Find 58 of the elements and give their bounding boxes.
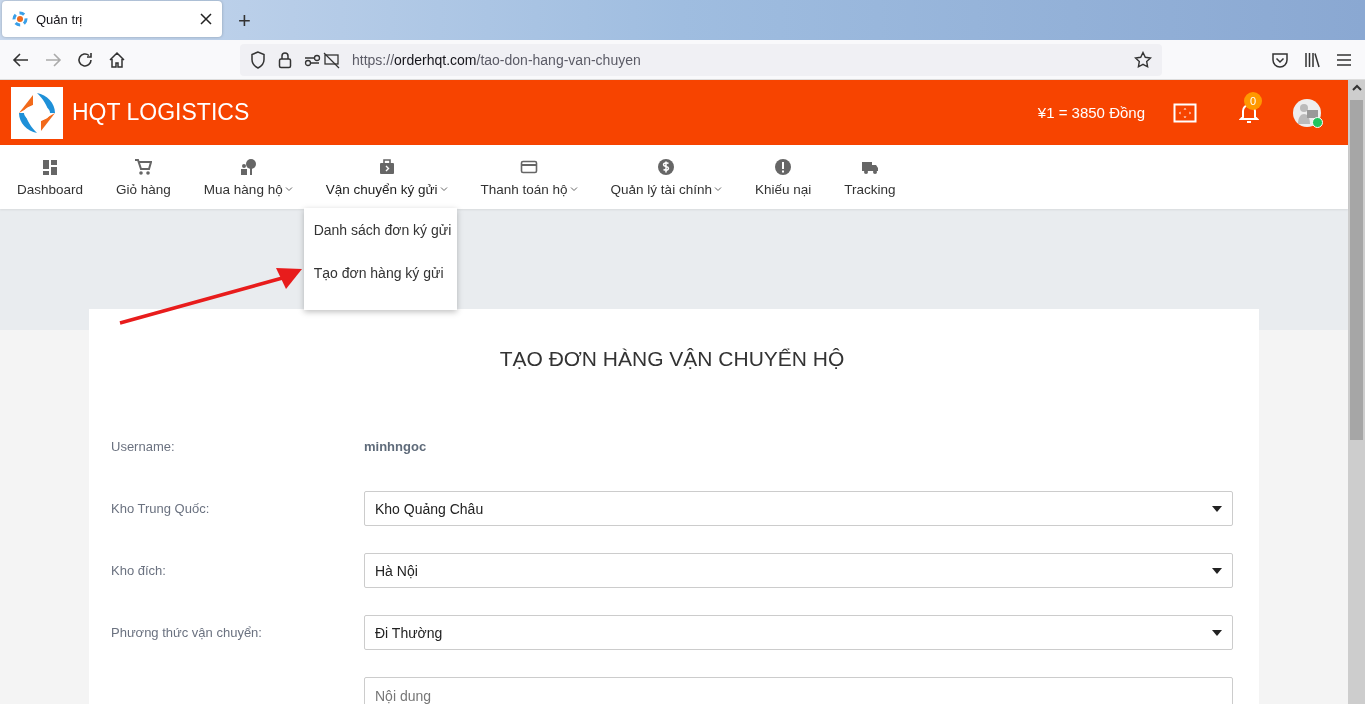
briefcase-icon [377,157,396,176]
page-title: TẠO ĐƠN HÀNG VẬN CHUYỂN HỘ [498,347,846,371]
chevron-down-icon [284,186,293,192]
notes-field[interactable]: Nội dung [364,677,1233,704]
exchange-rate: ¥1 = 3850 Đồng [1037,104,1145,121]
caret-icon [1212,505,1222,512]
chevron-down-icon [439,186,448,192]
dashboard-icon [41,157,59,176]
scrollbar[interactable] [1348,80,1365,704]
home-icon[interactable] [108,50,126,69]
select-field[interactable]: Đi Thường [364,615,1233,650]
scrollbar-thumb[interactable] [1350,100,1363,440]
field-label: Username: [111,439,176,454]
fullscreen-icon[interactable] [1173,102,1197,123]
library-icon[interactable] [1303,50,1321,69]
field-label: Kho Trung Quốc: [111,501,211,516]
reload-icon[interactable] [76,50,94,69]
shield-icon[interactable] [250,50,266,69]
select-field[interactable]: Kho Quảng Châu [364,491,1233,526]
caret-icon [1212,629,1222,636]
alert-icon [774,157,793,176]
field-label: Phương thức vận chuyển: [111,625,263,640]
star-icon[interactable] [1134,50,1152,69]
scroll-up-icon[interactable] [1351,84,1362,91]
brand-name: HQT LOGISTICS [72,99,251,126]
url-text: https://orderhqt.com/tao-don-hang-van-chuyen [352,51,642,68]
lock-icon[interactable] [278,50,292,69]
address-bar[interactable]: https://orderhqt.com/tao-don-hang-van-chuyen [240,43,1162,76]
dropdown-item[interactable]: Tạo đơn hàng ký gửi [303,259,457,302]
select-field[interactable]: Hà Nội [364,553,1233,588]
avatar[interactable] [1293,98,1321,127]
nav-item[interactable]: Tracking [844,181,896,197]
new-tab-button[interactable]: + [232,8,257,34]
close-icon[interactable] [200,13,212,25]
notification-badge: 0 [1244,91,1262,110]
nav-item[interactable]: Quản lý tài chính [610,181,722,197]
field-label: Kho đích: [111,563,167,578]
nav-item[interactable]: Vận chuyển ký gửi [325,181,448,197]
nav-item[interactable]: Dashboard [17,181,84,197]
nav-item[interactable]: Khiếu nại [754,181,812,197]
nav-item[interactable]: Thanh toán hộ [480,181,578,197]
cart-icon [134,157,153,176]
caret-icon [1212,567,1222,574]
chevron-down-icon [713,186,722,192]
back-icon[interactable] [12,50,30,69]
logo[interactable] [11,86,63,139]
dollar-icon [657,157,676,176]
tab-title: Quản trị [36,11,84,27]
nav-item[interactable]: Mua hàng hộ [203,181,293,197]
dropdown-item[interactable]: Danh sách đơn ký gửi [303,216,457,259]
browser-tab[interactable]: Quản trị [2,1,222,37]
chevron-down-icon [569,186,578,192]
permissions-icon[interactable] [304,50,340,69]
person-icon [239,157,258,176]
site-favicon [12,11,28,27]
username-value: minhngoc [364,439,427,454]
pocket-icon[interactable] [1271,50,1289,69]
nav-item[interactable]: Giỏ hàng [116,181,171,197]
